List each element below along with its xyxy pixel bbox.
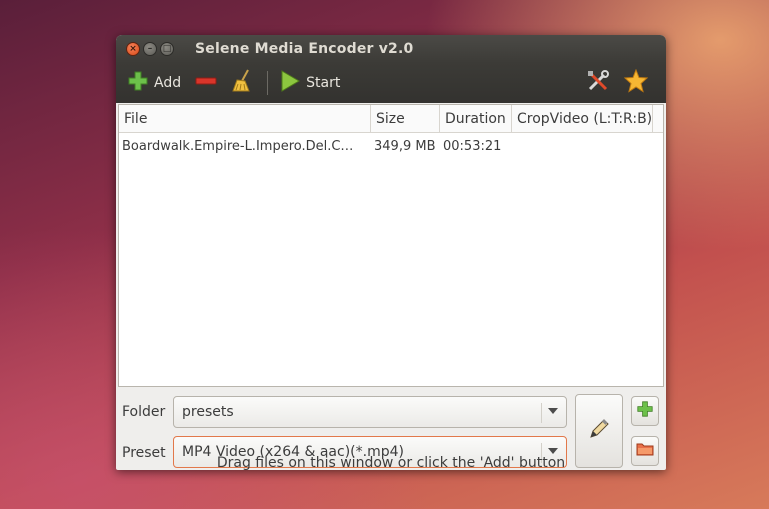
remove-button[interactable] <box>191 67 221 99</box>
toolbar: Add Start <box>116 63 666 103</box>
chevron-down-icon <box>548 408 558 414</box>
minimize-window-button[interactable]: – <box>143 42 157 56</box>
add-button[interactable]: Add <box>124 67 185 99</box>
file-duration-cell: 00:53:21 <box>443 138 502 154</box>
toolbar-separator <box>267 71 269 95</box>
add-icon <box>128 71 148 95</box>
file-name-cell: Boardwalk.Empire-L.Impero.Del.C… <box>122 138 354 154</box>
remove-icon <box>195 71 217 95</box>
clear-button[interactable] <box>227 67 257 99</box>
status-bar-text: Drag files on this window or click the '… <box>216 455 566 470</box>
chevron-down-icon <box>548 448 558 454</box>
star-icon <box>623 68 649 97</box>
folder-label: Folder <box>122 404 166 420</box>
combo-divider <box>541 403 542 423</box>
column-header-file[interactable]: File <box>119 105 371 132</box>
pencil-icon <box>588 418 610 444</box>
file-list[interactable]: File Size Duration CropVideo (L:T:R:B) B… <box>118 104 664 387</box>
file-list-header: File Size Duration CropVideo (L:T:R:B) <box>119 105 663 133</box>
start-button-label: Start <box>306 75 341 91</box>
title-bar: × – □ Selene Media Encoder v2.0 <box>116 35 666 63</box>
column-header-cropvideo[interactable]: CropVideo (L:T:R:B) <box>512 105 653 132</box>
folder-select[interactable]: presets <box>173 396 567 428</box>
column-header-duration[interactable]: Duration <box>440 105 512 132</box>
table-row[interactable]: Boardwalk.Empire-L.Impero.Del.C… 349,9 M… <box>119 133 663 159</box>
settings-tools-icon <box>586 69 610 97</box>
column-header-size[interactable]: Size <box>371 105 440 132</box>
add-preset-button[interactable] <box>631 396 659 426</box>
start-button[interactable]: Start <box>276 67 344 99</box>
favorite-button[interactable] <box>620 67 652 99</box>
app-window: × – □ Selene Media Encoder v2.0 Add Star… <box>116 35 666 470</box>
start-play-icon <box>280 70 301 96</box>
settings-button[interactable] <box>582 67 614 99</box>
close-window-button[interactable]: × <box>126 42 140 56</box>
clear-broom-icon <box>231 69 253 97</box>
maximize-window-button[interactable]: □ <box>160 42 174 56</box>
file-size-cell: 349,9 MB <box>374 138 436 154</box>
add-icon <box>637 401 653 421</box>
add-button-label: Add <box>154 75 182 91</box>
folder-select-value: presets <box>182 404 234 420</box>
window-title: Selene Media Encoder v2.0 <box>195 41 414 57</box>
